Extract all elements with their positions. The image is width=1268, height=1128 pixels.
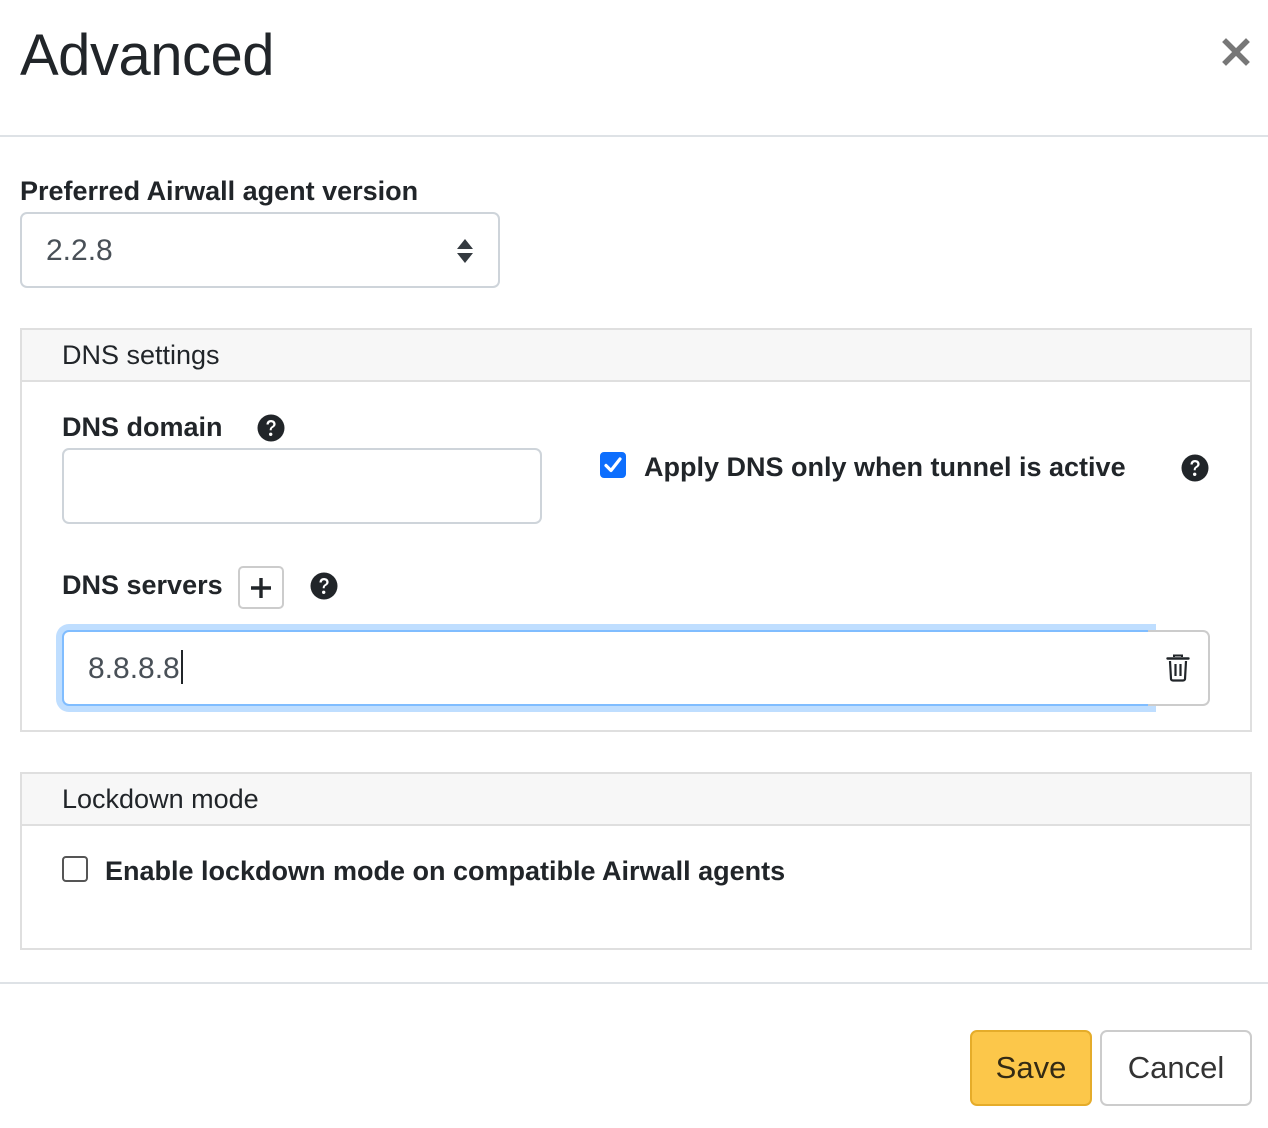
dns-server-input[interactable]: 8.8.8.8 (62, 630, 1150, 706)
lockdown-label[interactable]: Enable lockdown mode on compatible Airwa… (105, 856, 785, 887)
checkmark-icon (604, 457, 622, 473)
dns-server-value: 8.8.8.8 (88, 650, 183, 686)
apply-dns-label[interactable]: Apply DNS only when tunnel is active (644, 452, 1126, 483)
dns-domain-help-icon[interactable] (257, 414, 285, 442)
agent-version-select[interactable]: 2.2.8 (20, 212, 500, 288)
lockdown-header: Lockdown mode (22, 774, 1250, 826)
dialog-header: Advanced (0, 0, 1268, 137)
agent-version-value: 2.2.8 (46, 234, 113, 267)
apply-dns-checkbox[interactable] (600, 452, 626, 478)
footer-divider (0, 982, 1268, 984)
text-caret (180, 650, 183, 685)
save-button[interactable]: Save (970, 1030, 1092, 1106)
agent-version-label: Preferred Airwall agent version (20, 176, 419, 206)
sort-arrows-icon (457, 239, 473, 263)
close-button[interactable] (1214, 30, 1258, 74)
apply-dns-help-icon[interactable] (1181, 454, 1209, 482)
plus-icon (251, 577, 271, 598)
dns-settings-title: DNS settings (62, 340, 220, 370)
dns-domain-label: DNS domain (62, 412, 223, 442)
dns-servers-help-icon[interactable] (310, 572, 338, 600)
cancel-button[interactable]: Cancel (1100, 1030, 1252, 1106)
dns-settings-header: DNS settings (22, 330, 1250, 382)
dns-servers-label: DNS servers (62, 570, 223, 600)
close-icon (1222, 38, 1250, 66)
delete-dns-server-button[interactable] (1148, 630, 1210, 706)
trash-icon (1166, 654, 1190, 682)
lockdown-checkbox[interactable] (62, 856, 88, 882)
dialog-title: Advanced (20, 23, 274, 88)
add-dns-server-button[interactable] (238, 566, 284, 609)
lockdown-title: Lockdown mode (62, 784, 259, 814)
dns-domain-input[interactable] (62, 448, 542, 524)
